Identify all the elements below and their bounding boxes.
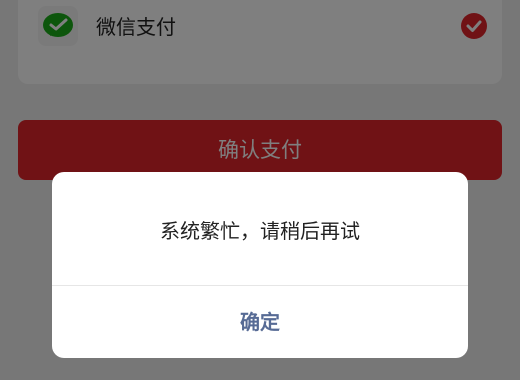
dialog-message: 系统繁忙，请稍后再试 (160, 219, 360, 243)
payment-page: 微信支付 确认支付 系统繁忙，请稍后再试 确定 (0, 0, 520, 380)
alert-dialog: 系统繁忙，请稍后再试 确定 (52, 172, 468, 358)
dialog-ok-button[interactable]: 确定 (52, 286, 468, 358)
